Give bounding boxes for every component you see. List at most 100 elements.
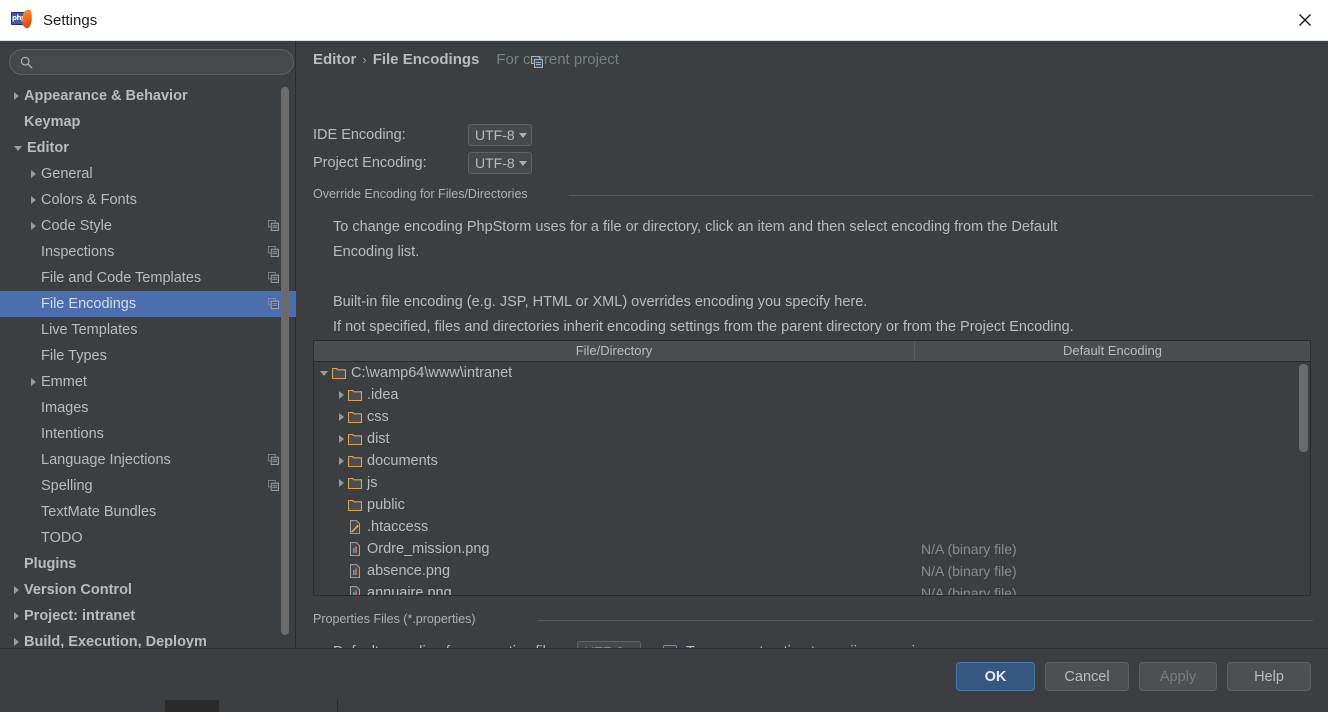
chevron-right-icon[interactable] (339, 413, 344, 421)
sidebar-scrollbar-thumb[interactable] (281, 87, 289, 635)
breadcrumb: Editor › File Encodings For current proj… (313, 51, 619, 68)
apply-button[interactable]: Apply (1139, 662, 1217, 691)
override-desc-line-4: If not specified, files and directories … (333, 319, 1074, 335)
chevron-down-icon[interactable] (320, 370, 328, 376)
default-encoding-cell[interactable]: N/A (binary file) (915, 541, 1310, 557)
sidebar-item-label: Images (41, 400, 89, 416)
default-encoding-cell[interactable]: N/A (binary file) (915, 563, 1310, 579)
sidebar-item-intentions[interactable]: Intentions (0, 421, 296, 447)
ide-encoding-select[interactable]: UTF-8 (468, 124, 532, 146)
sidebar-item-images[interactable]: Images (0, 395, 296, 421)
file-name-label: .idea (367, 387, 399, 403)
copy-settings-icon[interactable] (268, 220, 279, 231)
settings-category-tree[interactable]: Appearance & Behavior Keymap Editor General… (0, 83, 296, 648)
table-row[interactable]: documents (314, 450, 1310, 472)
file-directory-cell: dist (314, 431, 915, 447)
copy-settings-icon[interactable] (268, 298, 279, 309)
sidebar-item-editor[interactable]: Editor (0, 135, 296, 161)
search-box[interactable] (9, 49, 294, 75)
sidebar-item-code-style[interactable]: Code Style (0, 213, 296, 239)
copy-settings-icon[interactable] (268, 454, 279, 465)
help-button[interactable]: Help (1227, 662, 1311, 691)
copy-settings-icon[interactable] (268, 480, 279, 491)
breadcrumb-root[interactable]: Editor (313, 51, 356, 68)
chevron-right-icon[interactable] (31, 378, 36, 386)
sidebar-item-inspections[interactable]: Inspections (0, 239, 296, 265)
sidebar-scrollbar[interactable] (281, 87, 289, 643)
sidebar-item-label: Editor (27, 140, 69, 156)
file-name-label: C:\wamp64\www\intranet (351, 365, 513, 381)
chevron-right-icon[interactable] (31, 196, 36, 204)
table-row[interactable]: annuaire.png N/A (binary file) (314, 582, 1310, 595)
sidebar-item-file-and-code-templates[interactable]: File and Code Templates (0, 265, 296, 291)
column-header-default-encoding[interactable]: Default Encoding (915, 341, 1310, 361)
sidebar-item-language-injections[interactable]: Language Injections (0, 447, 296, 473)
sidebar-item-live-templates[interactable]: Live Templates (0, 317, 296, 343)
table-scrollbar-thumb[interactable] (1299, 364, 1308, 452)
chevron-right-icon[interactable] (339, 479, 344, 487)
file-name-label: css (367, 409, 389, 425)
chevron-right-icon[interactable] (31, 222, 36, 230)
sidebar-item-label: Plugins (24, 556, 77, 572)
close-icon[interactable] (1282, 0, 1328, 40)
table-row[interactable]: Ordre_mission.png N/A (binary file) (314, 538, 1310, 560)
table-row[interactable]: absence.png N/A (binary file) (314, 560, 1310, 582)
file-name-label: .htaccess (367, 519, 429, 535)
sidebar-item-keymap[interactable]: Keymap (0, 109, 296, 135)
search-icon (20, 56, 33, 68)
sidebar-item-version-control[interactable]: Version Control (0, 577, 296, 603)
sidebar-item-build-execution-deploym[interactable]: Build, Execution, Deploym (0, 629, 296, 648)
override-group-title: Override Encoding for Files/Directories (313, 187, 534, 201)
table-row[interactable]: .htaccess (314, 516, 1310, 538)
chevron-right-icon[interactable] (14, 638, 19, 646)
window-title: Settings (43, 11, 98, 29)
folder-icon (348, 433, 362, 446)
sidebar-item-plugins[interactable]: Plugins (0, 551, 296, 577)
table-row[interactable]: .idea (314, 384, 1310, 406)
chevron-right-icon[interactable] (339, 457, 344, 465)
sidebar-item-label: Intentions (41, 426, 104, 442)
chevron-right-icon[interactable] (14, 586, 19, 594)
chevron-right-icon[interactable] (14, 612, 19, 620)
underlying-window-strip (0, 700, 1328, 712)
file-name-label: dist (367, 431, 390, 447)
table-row[interactable]: js (314, 472, 1310, 494)
table-row[interactable]: C:\wamp64\www\intranet (314, 362, 1310, 384)
sidebar-item-todo[interactable]: TODO (0, 525, 296, 551)
chevron-right-icon[interactable] (339, 391, 344, 399)
table-scrollbar[interactable] (1299, 364, 1308, 572)
chevron-down-icon[interactable] (14, 145, 22, 151)
sidebar-item-emmet[interactable]: Emmet (0, 369, 296, 395)
search-input[interactable] (39, 54, 279, 70)
sidebar-item-spelling[interactable]: Spelling (0, 473, 296, 499)
sidebar-item-file-types[interactable]: File Types (0, 343, 296, 369)
sidebar-item-appearance-behavior[interactable]: Appearance & Behavior (0, 83, 296, 109)
table-row[interactable]: dist (314, 428, 1310, 450)
table-row[interactable]: public (314, 494, 1310, 516)
sidebar-item-project-intranet[interactable]: Project: intranet (0, 603, 296, 629)
copy-scope-icon[interactable] (531, 56, 543, 68)
cancel-button[interactable]: Cancel (1045, 662, 1129, 691)
table-row[interactable]: css (314, 406, 1310, 428)
file-directory-cell: public (314, 497, 915, 513)
sidebar-item-label: Build, Execution, Deploym (24, 634, 207, 648)
copy-settings-icon[interactable] (268, 246, 279, 257)
column-header-file-directory[interactable]: File/Directory (314, 341, 915, 361)
file-directory-cell: .htaccess (314, 519, 915, 535)
default-encoding-cell[interactable]: N/A (binary file) (915, 585, 1310, 595)
table-body[interactable]: C:\wamp64\www\intranet .idea css dist do… (314, 362, 1310, 595)
sidebar-item-label: File and Code Templates (41, 270, 202, 286)
copy-settings-icon[interactable] (268, 272, 279, 283)
chevron-right-icon[interactable] (31, 170, 36, 178)
sidebar-item-file-encodings[interactable]: File Encodings (0, 291, 296, 317)
project-encoding-select[interactable]: UTF-8 (468, 152, 532, 174)
folder-icon (348, 477, 362, 490)
sidebar-item-general[interactable]: General (0, 161, 296, 187)
chevron-right-icon[interactable] (339, 435, 344, 443)
chevron-right-icon[interactable] (14, 92, 19, 100)
file-encoding-table[interactable]: File/Directory Default Encoding C:\wamp6… (313, 340, 1311, 596)
sidebar-item-colors-fonts[interactable]: Colors & Fonts (0, 187, 296, 213)
sidebar-item-textmate-bundles[interactable]: TextMate Bundles (0, 499, 296, 525)
chevron-down-icon (518, 160, 527, 166)
ok-button[interactable]: OK (956, 662, 1035, 691)
